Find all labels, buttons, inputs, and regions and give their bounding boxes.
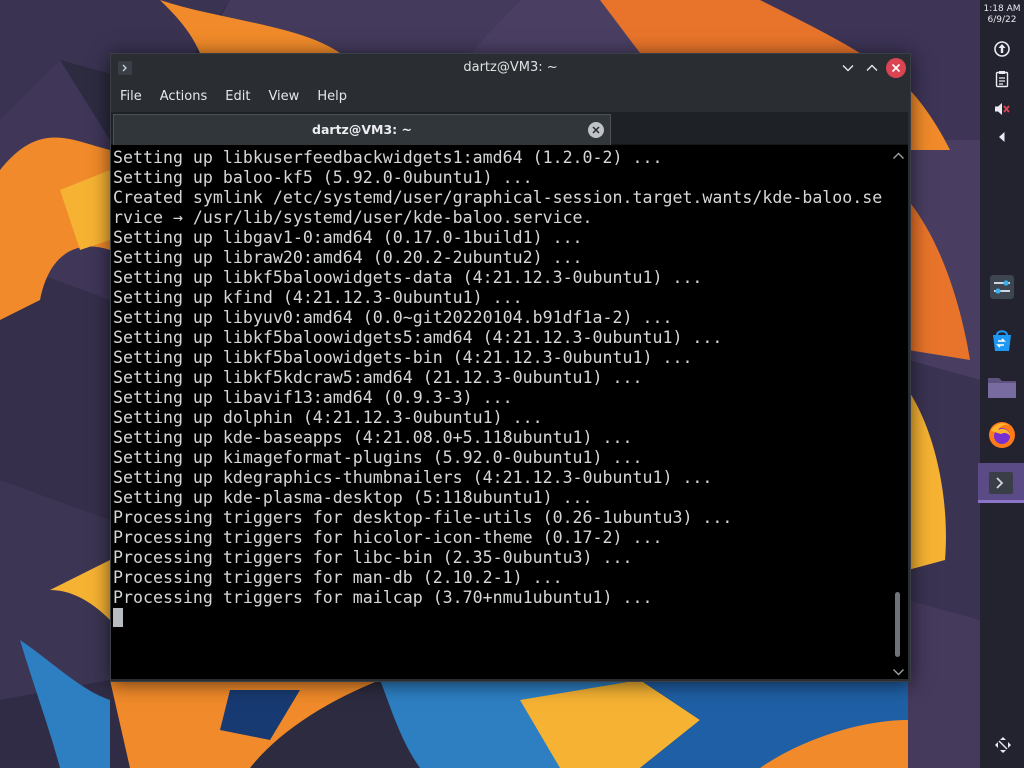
muted-speaker-icon[interactable] — [992, 99, 1012, 119]
right-panel: 1:18 AM 6/9/22 — [978, 0, 1024, 768]
terminal-line: Setting up libraw20:amd64 (0.20.2-2ubunt… — [113, 248, 583, 267]
updates-icon[interactable] — [992, 39, 1012, 59]
workspace-expand-icon[interactable] — [992, 734, 1012, 754]
terminal-line: Setting up kimageformat-plugins (5.92.0-… — [113, 448, 643, 467]
scroll-up-icon[interactable] — [891, 147, 906, 159]
terminal-line: Created symlink /etc/systemd/user/graphi… — [113, 188, 883, 207]
terminal-line: Setting up libavif13:amd64 (0.9.3-3) ... — [113, 388, 513, 407]
terminal-tab[interactable]: dartz@VM3: ~ — [113, 114, 611, 145]
terminal-output[interactable]: Setting up libkuserfeedbackwidgets1:amd6… — [111, 145, 908, 679]
konsole-window: dartz@VM3: ~ File Actions Edit View Help dar… — [110, 53, 911, 682]
tab-bar: dartz@VM3: ~ — [111, 112, 908, 145]
menu-actions[interactable]: Actions — [151, 85, 217, 109]
clock-date[interactable]: 6/9/22 — [980, 15, 1024, 26]
terminal-line: Setting up dolphin (4:21.12.3-0ubuntu1) … — [113, 408, 543, 427]
window-titlebar[interactable]: dartz@VM3: ~ — [111, 54, 910, 82]
close-window-button[interactable] — [886, 58, 906, 78]
terminal-cursor — [113, 608, 123, 627]
system-settings-icon[interactable] — [982, 267, 1022, 307]
scroll-down-icon[interactable] — [891, 663, 906, 676]
konsole-terminal-icon[interactable] — [978, 463, 1024, 503]
maximize-button[interactable] — [862, 58, 882, 78]
clock-time[interactable]: 1:18 AM — [980, 4, 1024, 15]
terminal-line: Setting up libkf5baloowidgets-bin (4:21.… — [113, 348, 693, 367]
terminal-scrollbar[interactable] — [889, 145, 908, 679]
minimize-button[interactable] — [838, 58, 858, 78]
menu-edit[interactable]: Edit — [216, 85, 259, 109]
terminal-line: Setting up libgav1-0:amd64 (0.17.0-1buil… — [113, 228, 583, 247]
terminal-line: Setting up kfind (4:21.12.3-0ubuntu1) ..… — [113, 288, 523, 307]
terminal-line: Setting up libkf5baloowidgets-data (4:21… — [113, 268, 703, 287]
show-hidden-icons-icon[interactable] — [992, 127, 1012, 147]
menu-help[interactable]: Help — [308, 85, 356, 109]
terminal-line: Setting up libkf5baloowidgets5:amd64 (4:… — [113, 328, 723, 347]
menu-bar: File Actions Edit View Help — [111, 85, 356, 109]
terminal-line: Setting up kdegraphics-thumbnailers (4:2… — [113, 468, 713, 487]
discover-store-icon[interactable] — [982, 320, 1022, 360]
terminal-line: Setting up kde-baseapps (4:21.08.0+5.118… — [113, 428, 633, 447]
terminal-line: Processing triggers for man-db (2.10.2-1… — [113, 568, 563, 587]
terminal-line: Setting up baloo-kf5 (5.92.0-0ubuntu1) .… — [113, 168, 533, 187]
terminal-line: Setting up libyuv0:amd64 (0.0~git2022010… — [113, 308, 673, 327]
firefox-icon[interactable] — [982, 415, 1022, 455]
terminal-line: Processing triggers for mailcap (3.70+nm… — [113, 588, 653, 607]
terminal-lines: Setting up libkuserfeedbackwidgets1:amd6… — [113, 148, 888, 608]
tab-label: dartz@VM3: ~ — [312, 122, 412, 137]
terminal-line: Setting up libkuserfeedbackwidgets1:amd6… — [113, 148, 663, 167]
window-title: dartz@VM3: ~ — [463, 60, 558, 75]
terminal-line: rvice → /usr/lib/systemd/user/kde-baloo.… — [113, 208, 593, 227]
tab-close-button[interactable] — [588, 122, 604, 138]
dolphin-folder-icon[interactable] — [982, 367, 1022, 407]
menu-file[interactable]: File — [111, 85, 151, 109]
terminal-line: Processing triggers for hicolor-icon-the… — [113, 528, 663, 547]
terminal-line: Setting up kde-plasma-desktop (5:118ubun… — [113, 488, 593, 507]
terminal-line: Setting up libkf5kdcraw5:amd64 (21.12.3-… — [113, 368, 643, 387]
scrollbar-thumb[interactable] — [895, 592, 900, 657]
menu-view[interactable]: View — [259, 85, 308, 109]
clipboard-icon[interactable] — [992, 69, 1012, 89]
terminal-line: Processing triggers for libc-bin (2.35-0… — [113, 548, 633, 567]
terminal-line: Processing triggers for desktop-file-uti… — [113, 508, 733, 527]
